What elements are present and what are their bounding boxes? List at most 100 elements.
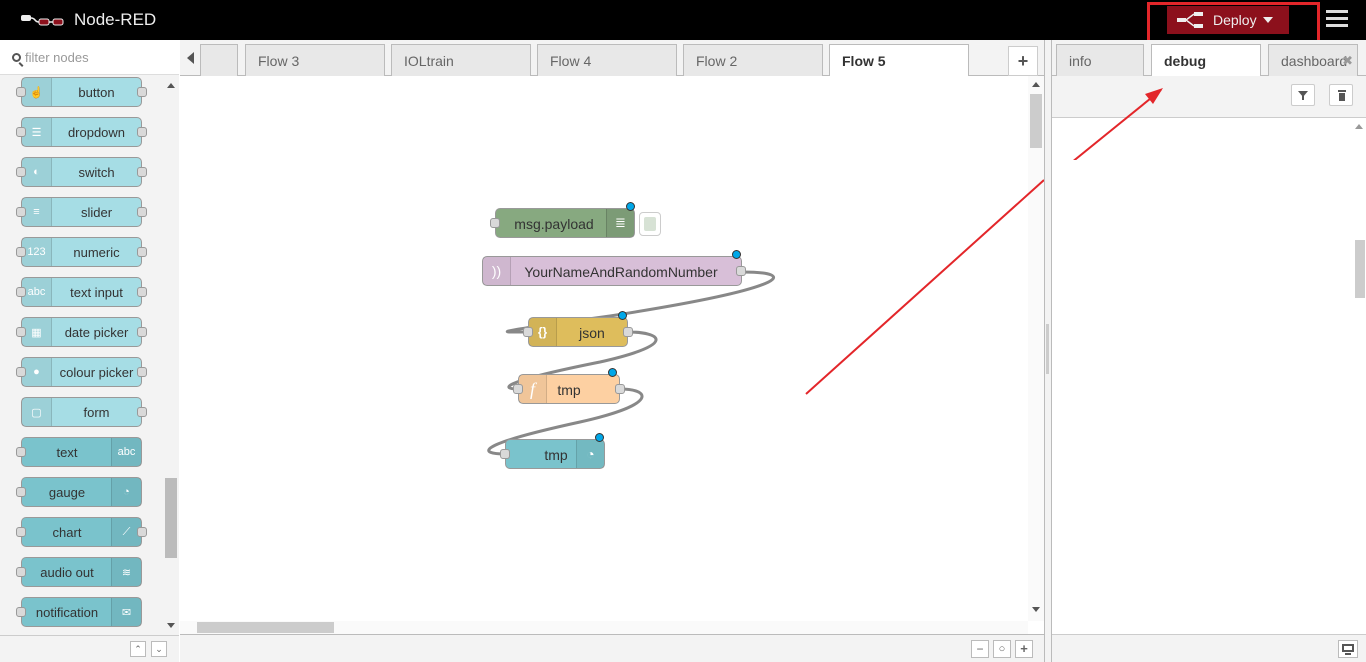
node-port bbox=[16, 207, 26, 217]
hand-pointer-icon: ☝ bbox=[22, 78, 52, 106]
node-port bbox=[137, 247, 147, 257]
zoom-in-icon[interactable]: + bbox=[1015, 640, 1033, 658]
toggle-icon: ◐ bbox=[22, 158, 52, 186]
debug-scrollbar[interactable] bbox=[1351, 118, 1366, 634]
node-port bbox=[137, 167, 147, 177]
node-port bbox=[16, 247, 26, 257]
canvas-vertical-scrollbar[interactable] bbox=[1028, 76, 1044, 621]
scroll-up-icon[interactable] bbox=[1032, 82, 1040, 87]
flow-node-function[interactable]: f tmp bbox=[518, 374, 620, 404]
tab-flow-5[interactable]: Flow 5 bbox=[829, 44, 969, 77]
palette-search-input[interactable]: filter nodes bbox=[25, 50, 89, 65]
filter-icon[interactable] bbox=[1291, 84, 1315, 106]
palette-node-notification[interactable]: notification ✉ bbox=[21, 597, 142, 627]
scroll-down-icon[interactable] bbox=[167, 623, 175, 628]
app-logo: Node-RED bbox=[20, 9, 156, 31]
node-port bbox=[16, 487, 26, 497]
envelope-icon: ✉ bbox=[111, 598, 141, 626]
node-port bbox=[137, 127, 147, 137]
palette-node-chart[interactable]: chart ⟋ bbox=[21, 517, 142, 547]
debug-scroll-thumb[interactable] bbox=[1355, 240, 1365, 298]
palette-footer: ⌃ ⌄ bbox=[0, 635, 179, 662]
palette-search[interactable]: filter nodes bbox=[0, 40, 179, 75]
palette-node-colour-picker[interactable]: ● colour picker bbox=[21, 357, 142, 387]
zoom-reset-icon[interactable]: ○ bbox=[993, 640, 1011, 658]
close-tab-icon[interactable]: ✖ bbox=[1342, 53, 1353, 69]
sidebar-tab-dashboard[interactable]: dashboard ✖ bbox=[1268, 44, 1358, 76]
sidebar-tab-debug[interactable]: debug bbox=[1151, 44, 1261, 77]
palette-node-text[interactable]: text abc bbox=[21, 437, 142, 467]
sidebar: info debug dashboard ✖ bbox=[1051, 40, 1366, 662]
tab-flow-2[interactable]: Flow 2 bbox=[683, 44, 823, 76]
palette-node-form[interactable]: ▢ form bbox=[21, 397, 142, 427]
changed-indicator-icon bbox=[626, 202, 635, 211]
list-icon: ☰ bbox=[22, 118, 52, 146]
palette-scroll-thumb[interactable] bbox=[165, 478, 177, 558]
flow-node-gauge[interactable]: tmp ◔ bbox=[505, 439, 605, 469]
node-palette: filter nodes ☝ button ☰ dropdown ◐ switc… bbox=[0, 40, 179, 662]
canvas-horizontal-scrollbar[interactable] bbox=[180, 621, 1028, 634]
flow-node-mqtt-in[interactable]: )) YourNameAndRandomNumber bbox=[482, 256, 742, 286]
palette-node-audio-out[interactable]: audio out ≋ bbox=[21, 557, 142, 587]
flow-node-json[interactable]: {} json bbox=[528, 317, 628, 347]
node-input-port[interactable] bbox=[523, 327, 533, 337]
changed-indicator-icon bbox=[608, 368, 617, 377]
tab-partial[interactable] bbox=[200, 44, 238, 76]
monitor-icon[interactable] bbox=[1338, 640, 1358, 658]
tab-flow-3[interactable]: Flow 3 bbox=[245, 44, 385, 76]
node-port bbox=[16, 167, 26, 177]
node-output-port[interactable] bbox=[615, 384, 625, 394]
zoom-out-icon[interactable]: − bbox=[971, 640, 989, 658]
canvas-vscroll-thumb[interactable] bbox=[1030, 94, 1042, 148]
numeric-123-icon: 123 bbox=[22, 238, 52, 266]
expand-all-icon[interactable]: ⌄ bbox=[151, 641, 167, 657]
palette-node-slider[interactable]: ≡ slider bbox=[21, 197, 142, 227]
tab-ioltrain[interactable]: IOLtrain bbox=[391, 44, 531, 76]
scroll-up-icon[interactable] bbox=[1355, 124, 1363, 129]
node-input-port[interactable] bbox=[490, 218, 500, 228]
palette-node-date-picker[interactable]: ▦ date picker bbox=[21, 317, 142, 347]
node-output-port[interactable] bbox=[736, 266, 746, 276]
palette-node-numeric[interactable]: 123 numeric bbox=[21, 237, 142, 267]
node-port bbox=[16, 287, 26, 297]
node-input-port[interactable] bbox=[513, 384, 523, 394]
add-flow-plus-icon[interactable]: + bbox=[1008, 46, 1038, 76]
tab-scroll-left-icon[interactable] bbox=[184, 46, 200, 70]
palette-node-list: ☝ button ☰ dropdown ◐ switch ≡ slider 12… bbox=[0, 75, 163, 635]
changed-indicator-icon bbox=[595, 433, 604, 442]
node-port bbox=[137, 367, 147, 377]
debug-toggle-button[interactable] bbox=[639, 212, 661, 236]
function-icon: f bbox=[519, 375, 547, 403]
node-port bbox=[137, 87, 147, 97]
json-braces-icon: {} bbox=[529, 318, 557, 346]
canvas-hscroll-thumb[interactable] bbox=[197, 622, 334, 633]
scroll-up-icon[interactable] bbox=[167, 83, 175, 88]
palette-node-gauge[interactable]: gauge ◔ bbox=[21, 477, 142, 507]
palette-scrollbar[interactable] bbox=[163, 75, 179, 635]
main-menu-button[interactable] bbox=[1326, 10, 1348, 30]
hamburger-icon bbox=[1326, 10, 1348, 13]
debug-toolbar bbox=[1052, 76, 1366, 118]
flow-node-debug[interactable]: msg.payload ≣ bbox=[495, 208, 635, 238]
trash-icon[interactable] bbox=[1329, 84, 1353, 106]
sidebar-tab-info[interactable]: info bbox=[1056, 44, 1144, 76]
palette-node-dropdown[interactable]: ☰ dropdown bbox=[21, 117, 142, 147]
palette-node-text-input[interactable]: abc text input bbox=[21, 277, 142, 307]
palette-node-switch[interactable]: ◐ switch bbox=[21, 157, 142, 187]
text-input-abc-icon: abc bbox=[22, 278, 52, 306]
node-input-port[interactable] bbox=[500, 449, 510, 459]
collapse-all-icon[interactable]: ⌃ bbox=[130, 641, 146, 657]
node-output-port[interactable] bbox=[623, 327, 633, 337]
node-port bbox=[137, 527, 147, 537]
wireless-icon: )) bbox=[483, 257, 511, 285]
scroll-down-icon[interactable] bbox=[1032, 607, 1040, 612]
sidebar-separator[interactable] bbox=[1044, 40, 1051, 662]
tab-flow-4[interactable]: Flow 4 bbox=[537, 44, 677, 76]
workspace-canvas[interactable]: msg.payload ≣ )) YourNameAndRandomNumber… bbox=[180, 76, 1044, 634]
gauge-icon: ◔ bbox=[111, 478, 141, 506]
palette-node-button[interactable]: ☝ button bbox=[21, 77, 142, 107]
app-title: Node-RED bbox=[74, 10, 157, 29]
palette-icon: ● bbox=[22, 358, 52, 386]
workspace-footer: − ○ + bbox=[180, 634, 1044, 662]
workspace-tab-bar: Flow 3 IOLtrain Flow 4 Flow 2 Flow 5 + bbox=[180, 40, 1044, 77]
